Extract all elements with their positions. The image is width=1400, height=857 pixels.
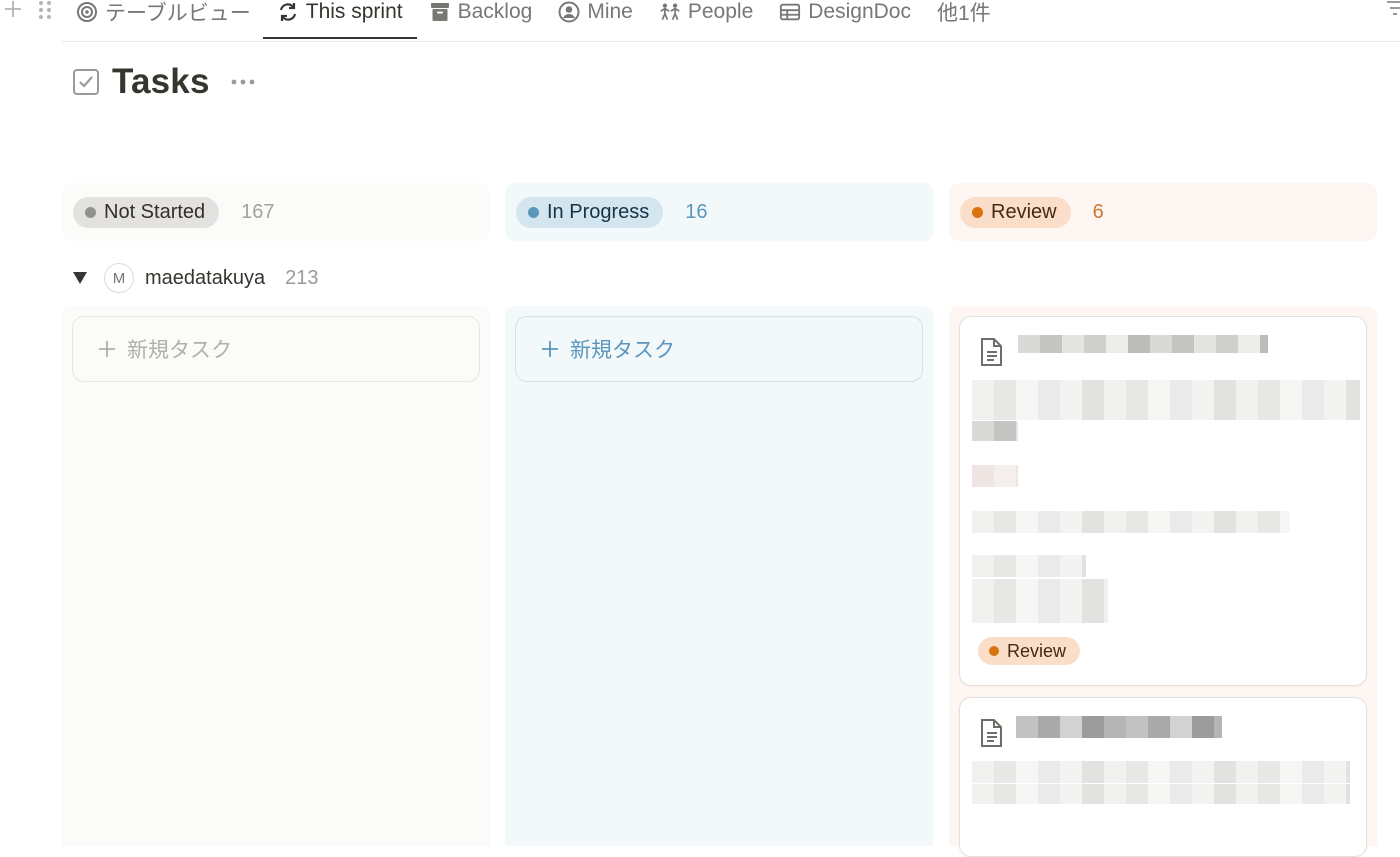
- tab-label: 他1件: [936, 2, 991, 25]
- sync-icon: [277, 1, 299, 23]
- page-title[interactable]: Tasks: [112, 62, 210, 102]
- new-task-label: 新規タスク: [570, 339, 675, 362]
- redacted-title: [1016, 716, 1222, 738]
- checkbox-icon: [73, 69, 99, 95]
- group-name: maedatakuya: [145, 266, 266, 289]
- column-body-in-progress: 新規タスク: [505, 306, 933, 846]
- column-count: 6: [1092, 200, 1104, 223]
- group-header-row[interactable]: M maedatakuya 213: [72, 262, 318, 294]
- group-count: 213: [285, 266, 319, 289]
- plus-icon: [99, 341, 115, 357]
- drag-handle-icon[interactable]: [36, 0, 54, 22]
- column-header-in-progress[interactable]: In Progress 16: [505, 183, 933, 241]
- tab-label: Mine: [587, 0, 633, 23]
- plus-icon: [542, 341, 558, 357]
- redacted-text: [972, 511, 1290, 533]
- tab-label: DesignDoc: [808, 0, 911, 23]
- target-icon: [76, 1, 98, 23]
- tabs-divider: [62, 41, 1400, 42]
- collapse-triangle-icon[interactable]: [72, 271, 88, 285]
- people-icon: [659, 1, 681, 23]
- redacted-text: [972, 784, 1350, 804]
- status-pill-review: Review: [960, 196, 1071, 228]
- user-circle-icon: [558, 1, 580, 23]
- status-dot: [85, 206, 96, 218]
- tab-mine[interactable]: Mine: [556, 0, 645, 24]
- tab-label: This sprint: [305, 0, 403, 23]
- redacted-text: [972, 761, 1350, 783]
- redacted-text: [972, 421, 1018, 441]
- redacted-title: [1018, 335, 1268, 353]
- column-header-review[interactable]: Review 6: [949, 183, 1377, 241]
- tab-label: テーブルビュー: [105, 2, 251, 25]
- tab-backlog[interactable]: Backlog: [427, 0, 545, 24]
- status-badge: Review: [978, 637, 1081, 665]
- status-dot: [972, 206, 983, 218]
- new-task-button[interactable]: 新規タスク: [72, 316, 480, 382]
- status-dot: [989, 646, 999, 656]
- redacted-text: [972, 380, 1360, 420]
- document-icon: [981, 338, 1002, 366]
- status-pill-in-progress: In Progress: [516, 196, 664, 228]
- status-pill-not-started: Not Started: [73, 196, 220, 228]
- column-count: 16: [685, 200, 708, 223]
- column-body-review: Review: [949, 306, 1377, 857]
- page-title-row: Tasks: [72, 60, 256, 104]
- document-icon: [981, 719, 1002, 747]
- task-card[interactable]: [959, 697, 1367, 857]
- redacted-text: [972, 465, 1018, 487]
- status-label: Review: [991, 200, 1057, 223]
- status-badge-label: Review: [1007, 640, 1067, 661]
- filter-lines-icon[interactable]: [1384, 0, 1400, 20]
- status-label: Not Started: [104, 200, 206, 223]
- redacted-text: [972, 555, 1086, 577]
- column-count: 167: [241, 200, 275, 223]
- task-card[interactable]: Review: [959, 316, 1367, 686]
- tab-this-sprint[interactable]: This sprint: [262, 0, 417, 39]
- column-body-not-started: 新規タスク: [62, 306, 490, 846]
- column-header-not-started[interactable]: Not Started 167: [62, 183, 490, 241]
- tab-label: People: [687, 0, 754, 23]
- more-options-icon[interactable]: [230, 77, 256, 87]
- view-tabs-bar: テーブルビュー This sprint Backlog Mine People: [0, 0, 1400, 42]
- status-label: In Progress: [547, 200, 650, 223]
- archive-box-icon: [429, 1, 451, 23]
- table-icon: [779, 1, 801, 23]
- avatar: M: [104, 263, 134, 293]
- tab-table-view[interactable]: テーブルビュー: [74, 0, 263, 25]
- redacted-text: [972, 579, 1108, 623]
- add-block-icon[interactable]: [2, 0, 24, 20]
- tab-label: Backlog: [457, 0, 533, 23]
- view-tabs: テーブルビュー This sprint Backlog Mine People: [74, 0, 1015, 42]
- status-dot: [528, 206, 539, 218]
- new-task-label: 新規タスク: [127, 339, 232, 362]
- tab-more-views[interactable]: 他1件: [935, 0, 1003, 25]
- tab-people[interactable]: People: [657, 0, 765, 24]
- tab-designdoc[interactable]: DesignDoc: [777, 0, 923, 24]
- new-task-button[interactable]: 新規タスク: [515, 316, 923, 382]
